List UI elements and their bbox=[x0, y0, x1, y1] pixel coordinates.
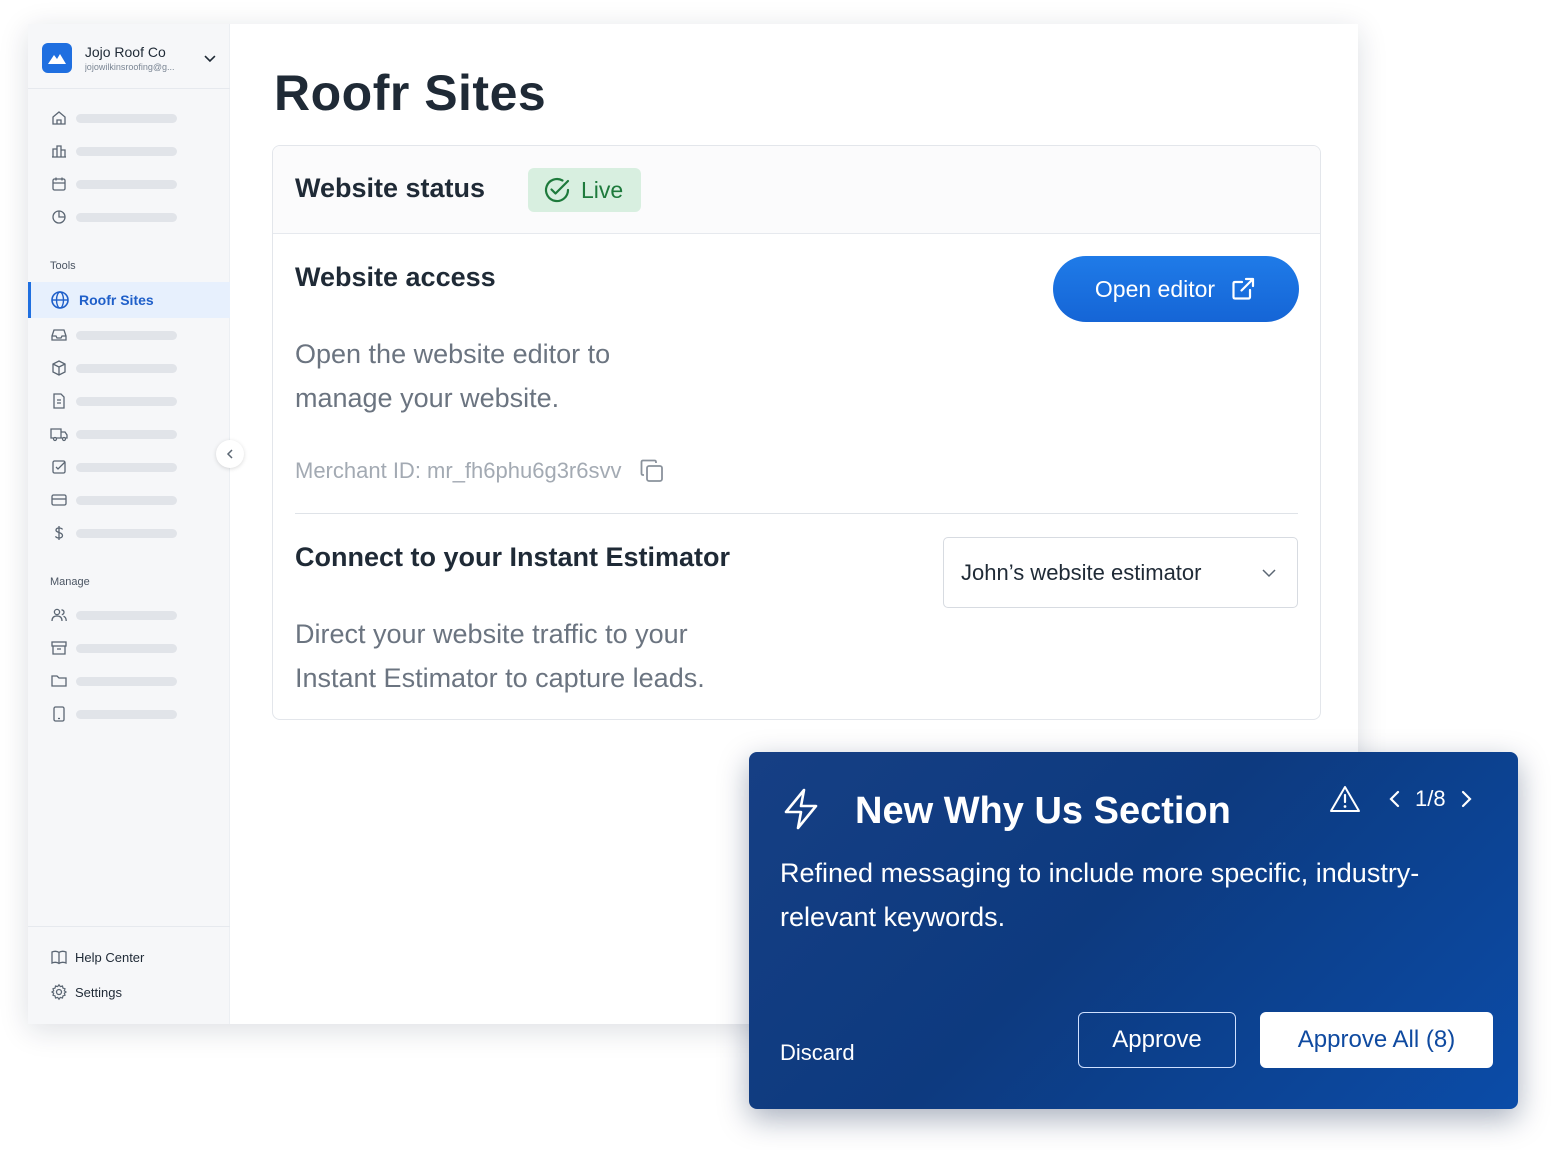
sidebar-item-archive[interactable] bbox=[50, 639, 210, 657]
placeholder-bar bbox=[76, 643, 177, 653]
roofr-logo-icon bbox=[42, 43, 72, 73]
sidebar-item-roofr-sites[interactable]: Roofr Sites bbox=[28, 282, 230, 318]
sidebar-item-calendar[interactable] bbox=[50, 175, 210, 193]
placeholder-bar bbox=[76, 528, 177, 538]
merchant-id: Merchant ID: mr_fh6phu6g3r6svv bbox=[295, 457, 666, 485]
approve-button[interactable]: Approve bbox=[1078, 1012, 1236, 1068]
placeholder-bar bbox=[76, 709, 177, 719]
pie-chart-icon bbox=[52, 210, 66, 224]
placeholder-bar bbox=[76, 462, 177, 472]
open-editor-label: Open editor bbox=[1094, 275, 1216, 302]
check-circle-icon bbox=[544, 177, 570, 203]
sidebar-item-reports[interactable] bbox=[50, 208, 210, 226]
account-switcher[interactable]: Jojo Roof Co jojowilkinsroofing@g... bbox=[42, 40, 218, 76]
sidebar-item-files[interactable] bbox=[50, 672, 210, 690]
sidebar-item-inbox[interactable] bbox=[50, 326, 210, 344]
website-card: Website status Live Website access Open … bbox=[272, 145, 1321, 720]
archive-icon bbox=[51, 641, 67, 655]
tablet-icon bbox=[53, 706, 65, 722]
suggestion-count: 1/8 bbox=[1415, 786, 1446, 811]
open-editor-button[interactable]: Open editor bbox=[1053, 256, 1299, 322]
placeholder-bar bbox=[76, 396, 177, 406]
website-status-title: Website status bbox=[295, 173, 486, 203]
section-divider bbox=[295, 513, 1298, 514]
truck-icon bbox=[50, 428, 68, 442]
help-center-link[interactable]: Help Center bbox=[50, 948, 144, 966]
sidebar-item-products[interactable] bbox=[50, 359, 210, 377]
credit-card-icon bbox=[51, 494, 67, 506]
placeholder-bar bbox=[76, 113, 177, 123]
sidebar: Jojo Roof Co jojowilkinsroofing@g... Too… bbox=[28, 24, 230, 1024]
website-access-description: Open the website editor to manage your w… bbox=[295, 339, 611, 413]
building-icon bbox=[52, 145, 66, 158]
collapse-sidebar-button[interactable] bbox=[216, 440, 244, 468]
sidebar-divider bbox=[28, 88, 230, 89]
settings-label: Settings bbox=[75, 984, 122, 1000]
document-icon bbox=[53, 393, 65, 409]
sidebar-item-tasks[interactable] bbox=[50, 458, 210, 476]
warning-icon[interactable] bbox=[1329, 784, 1361, 814]
suggestion-description: Refined messaging to include more specif… bbox=[780, 858, 1420, 932]
website-status-header: Website status Live bbox=[273, 146, 1320, 234]
estimator-select[interactable]: John’s website estimator bbox=[943, 537, 1298, 608]
approve-all-button[interactable]: Approve All (8) bbox=[1260, 1012, 1493, 1068]
sidebar-item-label: Roofr Sites bbox=[79, 292, 154, 308]
checkbox-icon bbox=[52, 460, 66, 474]
suggestion-panel: New Why Us Section 1/8 Refined messaging… bbox=[749, 752, 1518, 1109]
account-name: Jojo Roof Co bbox=[84, 43, 166, 60]
sidebar-item-buildings[interactable] bbox=[50, 142, 210, 160]
inbox-icon bbox=[51, 329, 67, 341]
placeholder-bar bbox=[76, 363, 177, 373]
sidebar-item-finance[interactable] bbox=[50, 524, 210, 542]
estimator-select-value: John’s website estimator bbox=[961, 559, 1202, 585]
globe-icon bbox=[51, 291, 69, 309]
sidebar-item-payments[interactable] bbox=[50, 491, 210, 509]
chevron-down-icon bbox=[204, 55, 216, 63]
placeholder-bar bbox=[76, 179, 177, 189]
section-label-tools: Tools bbox=[50, 260, 76, 272]
placeholder-bar bbox=[76, 330, 177, 340]
status-badge: Live bbox=[528, 168, 641, 212]
box-icon bbox=[52, 360, 66, 376]
home-icon bbox=[52, 111, 66, 125]
merchant-id-text: Merchant ID: mr_fh6phu6g3r6svv bbox=[295, 458, 622, 483]
placeholder-bar bbox=[76, 610, 177, 620]
help-center-label: Help Center bbox=[75, 949, 145, 965]
sidebar-item-home[interactable] bbox=[50, 109, 210, 127]
sidebar-item-documents[interactable] bbox=[50, 392, 210, 410]
account-email: jojowilkinsroofing@g... bbox=[84, 61, 175, 72]
gear-icon bbox=[50, 983, 68, 1001]
lightning-icon bbox=[784, 788, 818, 830]
discard-button[interactable]: Discard bbox=[780, 1040, 855, 1066]
estimator-description: Direct your website traffic to your Inst… bbox=[295, 619, 705, 693]
estimator-title: Connect to your Instant Estimator bbox=[295, 542, 731, 572]
copy-icon[interactable] bbox=[638, 457, 666, 485]
website-access-title: Website access bbox=[295, 262, 496, 292]
section-label-manage: Manage bbox=[50, 576, 90, 588]
sidebar-item-team[interactable] bbox=[50, 606, 210, 624]
page-title: Roofr Sites bbox=[274, 65, 547, 121]
sidebar-item-delivery[interactable] bbox=[50, 425, 210, 443]
book-icon bbox=[51, 950, 67, 965]
calendar-icon bbox=[52, 177, 66, 191]
settings-link[interactable]: Settings bbox=[50, 983, 122, 1001]
chevron-left-icon bbox=[226, 449, 233, 459]
placeholder-bar bbox=[76, 429, 177, 439]
suggestion-pager: 1/8 bbox=[1329, 782, 1474, 816]
chevron-left-icon[interactable] bbox=[1387, 789, 1403, 809]
sidebar-divider bbox=[28, 926, 230, 927]
placeholder-bar bbox=[76, 146, 177, 156]
suggestion-title: New Why Us Section bbox=[855, 790, 1231, 832]
users-icon bbox=[51, 608, 67, 622]
placeholder-bar bbox=[76, 495, 177, 505]
external-link-icon bbox=[1232, 277, 1255, 300]
status-badge-label: Live bbox=[581, 176, 624, 203]
placeholder-bar bbox=[76, 212, 177, 222]
placeholder-bar bbox=[76, 676, 177, 686]
chevron-right-icon[interactable] bbox=[1458, 789, 1474, 809]
dollar-icon bbox=[54, 526, 64, 540]
sidebar-item-devices[interactable] bbox=[50, 705, 210, 723]
folder-icon bbox=[51, 675, 67, 687]
chevron-down-icon bbox=[1262, 568, 1276, 577]
